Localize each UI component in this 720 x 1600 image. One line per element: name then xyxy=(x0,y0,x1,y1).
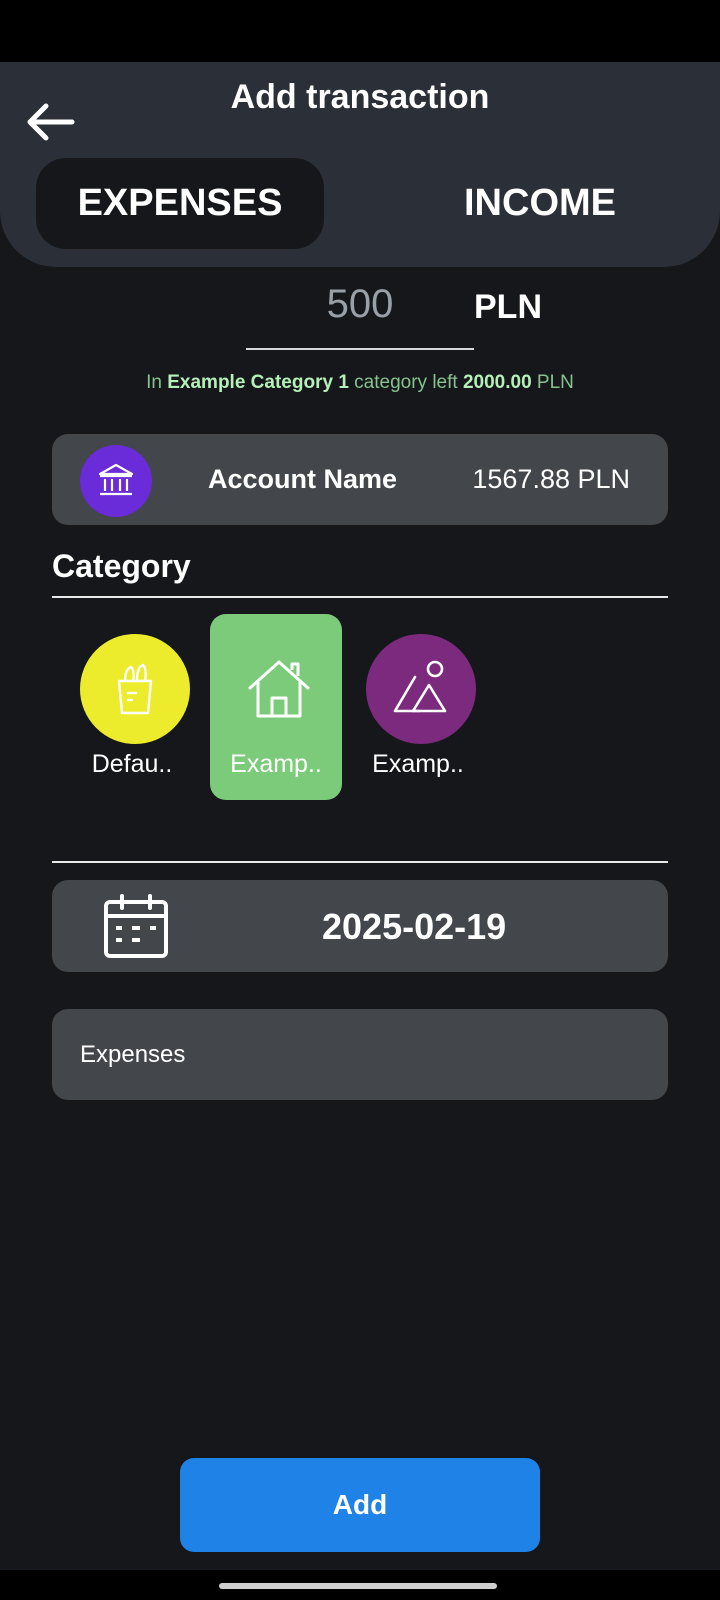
grocery-bag-icon xyxy=(117,663,153,715)
budget-category: Example Category 1 xyxy=(167,372,349,393)
category-icon-circle xyxy=(366,634,476,744)
calendar-icon xyxy=(104,894,168,958)
category-heading: Category xyxy=(52,548,191,584)
amount-input[interactable]: 500 xyxy=(246,282,474,327)
category-item-example-1[interactable]: Examp.. xyxy=(210,614,342,800)
account-name: Account Name xyxy=(208,464,398,494)
category-icon-circle xyxy=(80,634,190,744)
date-value: 2025-02-19 xyxy=(322,906,507,947)
amount-underline xyxy=(246,348,474,350)
currency-label: PLN xyxy=(474,288,542,326)
category-label: Defau.. xyxy=(91,750,173,778)
date-picker[interactable]: 2025-02-19 xyxy=(52,880,668,972)
category-divider-top xyxy=(52,596,668,598)
budget-info: In Example Category 1 category left 2000… xyxy=(0,372,720,394)
account-balance: 1567.88 PLN xyxy=(472,464,630,494)
note-value: Expenses xyxy=(80,1041,186,1068)
budget-middle: category left xyxy=(354,372,458,393)
budget-prefix: In xyxy=(146,372,162,393)
tab-expenses[interactable]: EXPENSES xyxy=(36,158,324,249)
status-bar xyxy=(0,0,720,62)
home-indicator[interactable] xyxy=(219,1583,497,1589)
account-selector[interactable]: Account Name 1567.88 PLN xyxy=(52,434,668,525)
category-divider-bottom xyxy=(52,861,668,863)
page-title: Add transaction xyxy=(230,78,490,116)
category-label: Examp.. xyxy=(230,750,322,778)
note-input[interactable]: Expenses xyxy=(52,1009,668,1100)
home-icon xyxy=(248,660,310,718)
tab-income[interactable]: INCOME xyxy=(396,158,684,249)
account-avatar xyxy=(80,445,152,517)
category-icon-circle xyxy=(224,634,334,744)
budget-suffix: PLN xyxy=(536,372,574,393)
budget-amount: 2000.00 xyxy=(462,372,532,393)
bank-icon xyxy=(98,463,134,496)
category-item-example-2[interactable]: Examp.. xyxy=(352,614,484,800)
add-button[interactable]: Add xyxy=(180,1458,540,1552)
shapes-icon xyxy=(393,660,447,713)
category-label: Examp.. xyxy=(372,750,464,778)
category-item-default[interactable]: Defau.. xyxy=(66,614,198,800)
